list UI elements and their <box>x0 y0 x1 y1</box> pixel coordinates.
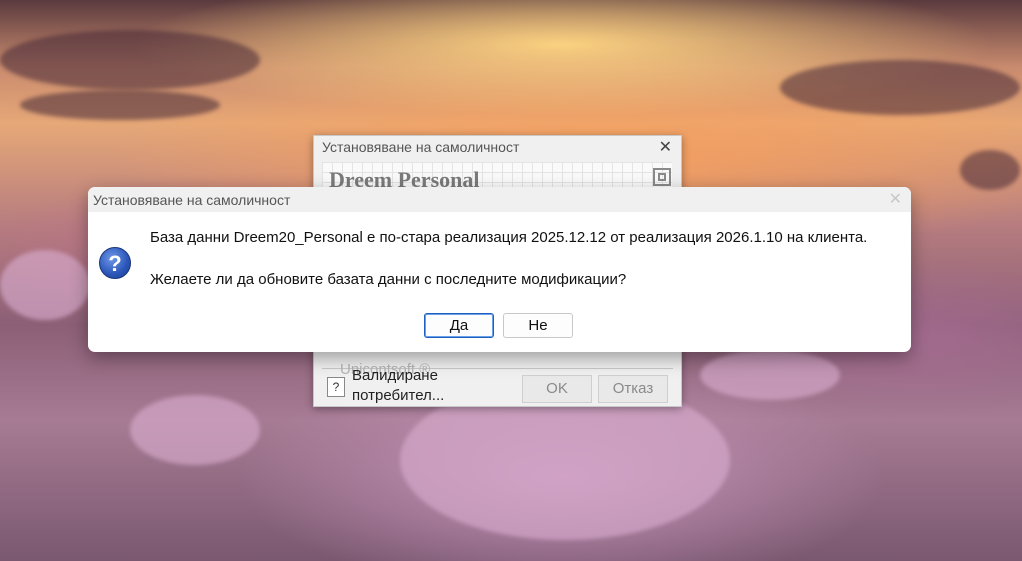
wallpaper-rock <box>960 150 1020 190</box>
wallpaper-rock <box>20 90 220 120</box>
message-text: База данни Dreem20_Personal е по-стара р… <box>150 229 868 246</box>
wallpaper-rock <box>0 30 260 90</box>
wallpaper-rock <box>0 250 90 320</box>
logo-icon <box>653 168 671 186</box>
close-icon[interactable]: ✕ <box>659 137 672 157</box>
ok-button[interactable]: OK <box>522 375 592 403</box>
question-text: Желаете ли да обновите базата данни с по… <box>150 271 627 288</box>
cancel-button[interactable]: Отказ <box>598 375 668 403</box>
identity-dialog-title: Установяване на самоличност <box>322 139 520 155</box>
status-text: Валидиране потребител... <box>352 367 445 404</box>
message-box: Установяване на самоличност ✕ ? База дан… <box>88 187 911 352</box>
help-icon[interactable]: ? <box>327 377 345 397</box>
yes-button[interactable]: Да <box>424 313 494 338</box>
question-icon: ? <box>99 247 131 279</box>
no-button[interactable]: Не <box>503 313 573 338</box>
close-icon[interactable]: ✕ <box>889 189 902 209</box>
wallpaper-rock <box>130 395 260 465</box>
wallpaper-rock <box>780 60 1020 115</box>
wallpaper-rock <box>700 350 840 400</box>
message-box-titlebar: Установяване на самоличност ✕ <box>88 187 911 212</box>
message-box-title: Установяване на самоличност <box>93 192 291 208</box>
